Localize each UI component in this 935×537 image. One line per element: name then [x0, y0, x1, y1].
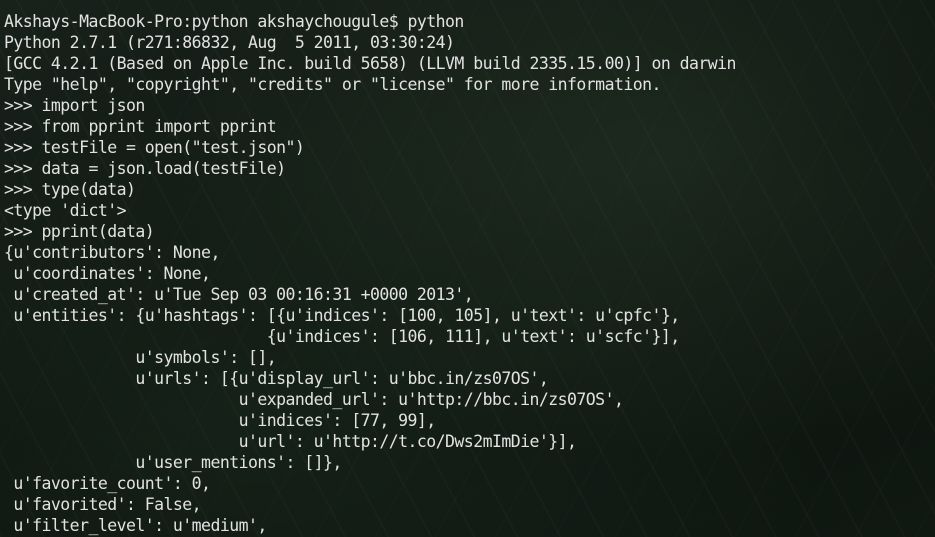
repl-input-line: >>> import json [4, 96, 145, 115]
repl-output-line: u'entities': {u'hashtags': [{u'indices':… [4, 306, 680, 325]
repl-output-line: u'urls': [{u'display_url': u'bbc.in/zs07… [4, 369, 549, 388]
repl-input-line: >>> data = json.load(testFile) [4, 159, 286, 178]
repl-output-line: <type 'dict'> [4, 201, 127, 220]
repl-output-line: u'filter_level': u'medium', [4, 516, 267, 535]
repl-output-line: u'expanded_url': u'http://bbc.in/zs07OS'… [4, 390, 624, 409]
help-info-line: Type "help", "copyright", "credits" or "… [4, 75, 661, 94]
shell-prompt-line: Akshays-MacBook-Pro:python akshaychougul… [4, 12, 464, 31]
python-version-line: Python 2.7.1 (r271:86832, Aug 5 2011, 03… [4, 33, 455, 52]
repl-output-line: u'user_mentions': []}, [4, 453, 342, 472]
repl-output-line: u'symbols': [], [4, 348, 277, 367]
repl-output-line: u'indices': [77, 99], [4, 411, 437, 430]
repl-output-line: {u'indices': [106, 111], u'text': u'scfc… [4, 327, 680, 346]
repl-input-line: >>> testFile = open("test.json") [4, 138, 305, 157]
repl-output-line: u'url': u'http://t.co/Dws2mImDie'}], [4, 432, 577, 451]
repl-output-line: u'favorited': False, [4, 495, 202, 514]
repl-output-line: u'coordinates': None, [4, 264, 211, 283]
repl-output-line: u'created_at': u'Tue Sep 03 00:16:31 +00… [4, 285, 474, 304]
repl-input-line: >>> pprint(data) [4, 222, 155, 241]
compiler-info-line: [GCC 4.2.1 (Based on Apple Inc. build 56… [4, 54, 737, 73]
terminal-window[interactable]: Akshays-MacBook-Pro:python akshaychougul… [4, 11, 932, 537]
repl-output-line: u'favorite_count': 0, [4, 474, 211, 493]
repl-output-line: {u'contributors': None, [4, 243, 220, 262]
repl-input-line: >>> type(data) [4, 180, 136, 199]
repl-input-line: >>> from pprint import pprint [4, 117, 277, 136]
